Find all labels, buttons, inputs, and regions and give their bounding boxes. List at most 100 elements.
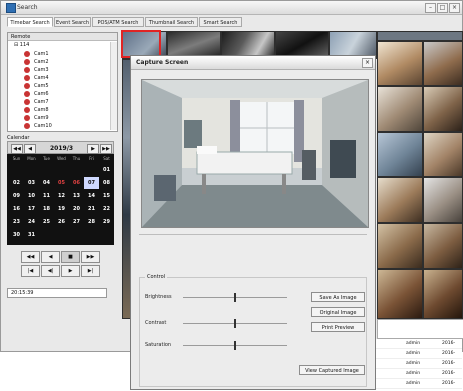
list-item[interactable]: admin 2016- (376, 339, 462, 349)
video-tile[interactable] (377, 177, 423, 223)
time-input[interactable]: 20:15:39 (7, 288, 107, 298)
tab-thumbnail-search[interactable]: Thumbnail Search (145, 17, 198, 27)
calendar-day[interactable]: 14 (84, 190, 99, 202)
calendar-day[interactable]: 10 (24, 190, 39, 202)
camera-item[interactable]: Cam3 (18, 66, 113, 74)
close-button[interactable]: × (449, 3, 460, 13)
video-tile[interactable] (423, 132, 463, 177)
camera-item[interactable]: Cam8 (18, 106, 113, 114)
calendar-day[interactable]: 07 (84, 177, 99, 189)
calendar-day[interactable]: 08 (99, 177, 114, 189)
window-title: Search (17, 4, 38, 11)
saturation-slider-thumb[interactable] (234, 341, 236, 350)
video-tile[interactable] (377, 132, 423, 177)
next-year-button[interactable]: ▶▶ (100, 144, 112, 154)
calendar-day[interactable]: 13 (69, 190, 84, 202)
prev-year-button[interactable]: ◀◀ (11, 144, 23, 154)
camera-item[interactable]: Cam6 (18, 90, 113, 98)
contrast-slider-thumb[interactable] (234, 319, 236, 328)
camera-item[interactable]: Cam10 (18, 122, 113, 130)
fast-forward-button[interactable]: ▶▶ (81, 251, 100, 263)
view-captured-image-button[interactable]: View Captured Image (299, 365, 365, 375)
title-bar: Search – □ × (1, 1, 462, 15)
camera-item[interactable]: Cam4 (18, 74, 113, 82)
list-item[interactable]: admin 2016- (376, 349, 462, 359)
fast-rewind-button[interactable]: ◀◀ (21, 251, 40, 263)
prev-frame-button[interactable]: ◀| (41, 265, 60, 277)
calendar-day[interactable]: 30 (9, 229, 24, 241)
tree-root[interactable]: ⊟ 114 (14, 42, 29, 48)
calendar-day[interactable]: 31 (24, 229, 39, 241)
calendar-day[interactable]: 23 (9, 216, 24, 228)
video-tile[interactable] (377, 269, 423, 319)
maximize-button[interactable]: □ (437, 3, 448, 13)
camera-item[interactable]: Cam5 (18, 82, 113, 90)
first-frame-button[interactable]: |◀ (21, 265, 40, 277)
calendar-day[interactable]: 18 (39, 203, 54, 215)
prev-month-button[interactable]: ◀ (24, 144, 36, 154)
calendar-day[interactable]: 04 (39, 177, 54, 189)
calendar-day[interactable]: 03 (24, 177, 39, 189)
calendar-day[interactable]: 15 (99, 190, 114, 202)
calendar-day[interactable]: 22 (99, 203, 114, 215)
next-month-button[interactable]: ▶ (87, 144, 99, 154)
camera-item[interactable]: Cam7 (18, 98, 113, 106)
camera-icon (24, 67, 30, 73)
video-tile[interactable] (377, 31, 463, 41)
print-preview-button[interactable]: Print Preview (311, 322, 365, 332)
next-frame-button[interactable]: ▶| (81, 265, 100, 277)
calendar-day[interactable]: 01 (99, 164, 114, 176)
camera-item[interactable]: Cam2 (18, 58, 113, 66)
contrast-label: Contrast (145, 320, 167, 326)
video-tile[interactable] (377, 86, 423, 132)
brightness-label: Brightness (145, 294, 172, 300)
calendar-day[interactable]: 12 (54, 190, 69, 202)
original-image-button[interactable]: Original Image (311, 307, 365, 317)
video-tile[interactable] (423, 269, 463, 319)
list-item[interactable]: admin 2016- (376, 379, 462, 389)
calendar-day[interactable]: 06 (69, 177, 84, 189)
calendar-day[interactable]: 25 (39, 216, 54, 228)
rewind-button[interactable]: ◀ (41, 251, 60, 263)
video-tile[interactable] (423, 223, 463, 269)
tab-smart-search[interactable]: Smart Search (199, 17, 242, 27)
save-as-image-button[interactable]: Save As Image (311, 292, 365, 302)
calendar-day[interactable]: 24 (24, 216, 39, 228)
selected-channel-highlight (121, 30, 161, 58)
calendar-day[interactable]: 05 (54, 177, 69, 189)
calendar-day[interactable]: 20 (69, 203, 84, 215)
calendar-day[interactable]: 28 (84, 216, 99, 228)
tab-timebar-search[interactable]: Timebar Search (7, 17, 53, 27)
control-group-label: Control (145, 274, 168, 280)
calendar-day[interactable]: 02 (9, 177, 24, 189)
camera-item[interactable]: Cam1 (18, 50, 113, 58)
calendar-day[interactable]: 19 (54, 203, 69, 215)
list-item[interactable]: admin 2016- (376, 369, 462, 379)
calendar-day[interactable]: 27 (69, 216, 84, 228)
calendar-day[interactable]: 11 (39, 190, 54, 202)
video-tile[interactable] (423, 177, 463, 223)
video-tile[interactable] (377, 223, 423, 269)
event-list: admin 2016- admin 2016- admin 2016- admin 20… (376, 339, 462, 391)
tab-pos-atm-search[interactable]: POS/ATM Search (92, 17, 144, 27)
play-button[interactable]: ▶ (61, 265, 80, 277)
stop-button[interactable]: ■ (61, 251, 80, 263)
calendar-day[interactable]: 17 (24, 203, 39, 215)
tab-event-search[interactable]: Event Search (54, 17, 91, 27)
video-tile[interactable] (377, 41, 423, 86)
brightness-slider-thumb[interactable] (234, 293, 236, 302)
calendar-day[interactable]: 21 (84, 203, 99, 215)
dialog-close-button[interactable]: × (362, 58, 373, 68)
calendar-day[interactable]: 29 (99, 216, 114, 228)
video-tile[interactable] (423, 41, 463, 86)
timeline-bar[interactable] (377, 319, 463, 339)
camera-item[interactable]: Cam9 (18, 114, 113, 122)
tree-scrollbar[interactable] (110, 42, 117, 130)
calendar-day[interactable]: 26 (54, 216, 69, 228)
calendar-day[interactable]: 09 (9, 190, 24, 202)
video-tile[interactable] (423, 86, 463, 132)
list-item[interactable]: admin 2016- (376, 359, 462, 369)
minimize-button[interactable]: – (425, 3, 436, 13)
camera-icon (24, 123, 30, 129)
calendar-day[interactable]: 16 (9, 203, 24, 215)
